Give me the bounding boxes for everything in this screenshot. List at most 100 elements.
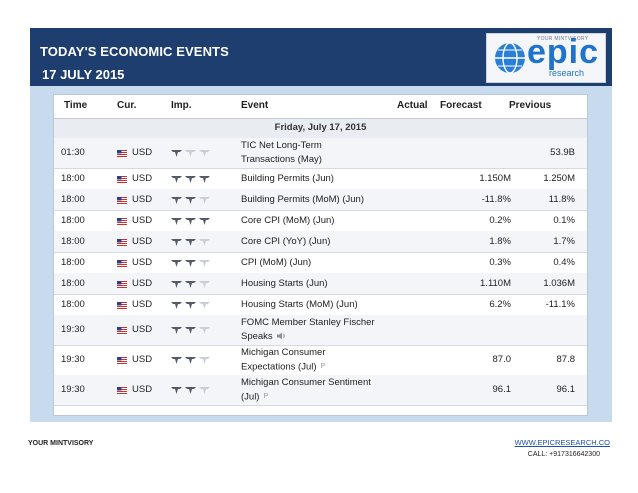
bull-icon — [171, 150, 182, 157]
speaker-icon — [276, 332, 285, 340]
us-flag-icon — [117, 327, 127, 334]
bull-icon — [185, 239, 196, 246]
us-flag-icon — [117, 218, 127, 225]
us-flag-icon — [117, 260, 127, 267]
col-importance: Imp. — [171, 100, 192, 111]
events-panel: Time Cur. Imp. Event Actual Forecast Pre… — [30, 86, 612, 422]
table-row: 18:00 USD Housing Starts (Jun) 1.110M 1.036M — [54, 273, 587, 295]
event-name[interactable]: TIC Net Long-Term Transactions (May) — [241, 139, 391, 167]
table-header: Time Cur. Imp. Event Actual Forecast Pre… — [54, 95, 587, 118]
day-label: Friday, July 17, 2015 — [274, 122, 367, 133]
event-currency: USD — [132, 384, 153, 395]
day-separator: Friday, July 17, 2015 — [54, 118, 587, 139]
bull-icon — [185, 150, 196, 157]
us-flag-icon — [117, 302, 127, 309]
event-name[interactable]: Housing Starts (MoM) (Jun) — [241, 298, 391, 312]
event-currency: USD — [132, 257, 153, 268]
logo-wordmark: epic — [527, 33, 600, 71]
event-name-line: Speaks — [241, 330, 391, 344]
event-name[interactable]: Housing Starts (Jun) — [241, 277, 391, 291]
event-time: 18:00 — [61, 236, 85, 247]
bull-icon — [185, 218, 196, 225]
event-previous: 1.036M — [543, 278, 575, 289]
event-currency: USD — [132, 194, 153, 205]
table-row: 19:30 USD FOMC Member Stanley Fischer Speak… — [54, 315, 587, 346]
event-name-line: TIC Net Long-Term — [241, 140, 322, 151]
event-previous: 11.8% — [548, 194, 575, 205]
us-flag-icon — [117, 387, 127, 394]
event-forecast: 6.2% — [489, 299, 511, 310]
event-time: 18:00 — [61, 194, 85, 205]
us-flag-icon — [117, 197, 127, 204]
event-time: 01:30 — [61, 147, 85, 158]
bull-icon — [171, 327, 182, 334]
economic-calendar-table: Time Cur. Imp. Event Actual Forecast Pre… — [53, 94, 588, 416]
event-previous: 87.8 — [556, 354, 576, 365]
table-row: 19:30 USD Michigan Consumer Expectations (J… — [54, 345, 587, 376]
bull-icon — [199, 176, 210, 183]
bull-icon — [171, 281, 182, 288]
event-time: 19:30 — [61, 324, 85, 335]
event-name-line: CPI (MoM) (Jun) — [241, 257, 312, 268]
importance-icon — [171, 281, 210, 288]
bull-icon — [199, 197, 210, 204]
event-previous: 96.1 — [556, 384, 576, 395]
event-time: 18:00 — [61, 278, 85, 289]
bull-icon — [171, 239, 182, 246]
event-previous: -11.1% — [545, 299, 575, 310]
importance-icon — [171, 176, 210, 183]
globe-logo-icon — [495, 42, 525, 74]
event-name-line: Housing Starts (Jun) — [241, 278, 328, 289]
event-name[interactable]: Building Permits (MoM) (Jun) — [241, 193, 391, 207]
event-currency: USD — [132, 324, 153, 335]
preliminary-icon: P — [320, 363, 326, 370]
logo-subtext: research — [549, 68, 585, 78]
importance-icon — [171, 387, 210, 394]
event-name[interactable]: Core CPI (YoY) (Jun) — [241, 235, 391, 249]
bull-icon — [199, 302, 210, 309]
website-link[interactable]: WWW.EPICRESEARCH.CO — [515, 438, 610, 447]
event-name[interactable]: Core CPI (MoM) (Jun) — [241, 214, 391, 228]
event-forecast: 1.150M — [479, 173, 511, 184]
bull-icon — [185, 260, 196, 267]
table-row: 18:00 USD Housing Starts (MoM) (Jun) 6.2% -1… — [54, 294, 587, 316]
col-actual: Actual — [397, 100, 428, 111]
footer-tagline: YOUR MINTVISORY — [28, 440, 94, 447]
page-date: 17 JULY 2015 — [42, 67, 125, 82]
us-flag-icon — [117, 239, 127, 246]
bull-icon — [185, 387, 196, 394]
col-previous: Previous — [509, 100, 552, 111]
bull-icon — [171, 387, 182, 394]
event-name-line: Building Permits (Jun) — [241, 173, 334, 184]
event-currency: USD — [132, 236, 153, 247]
bull-icon — [199, 327, 210, 334]
event-name[interactable]: Building Permits (Jun) — [241, 172, 391, 186]
table-row: 18:00 USD CPI (MoM) (Jun) 0.3% 0.4% — [54, 252, 587, 274]
event-previous: 53.9B — [550, 147, 575, 158]
event-name-line: FOMC Member Stanley Fischer — [241, 317, 375, 328]
event-previous: 1.7% — [553, 236, 575, 247]
col-time: Time — [64, 100, 88, 111]
event-name[interactable]: CPI (MoM) (Jun) — [241, 256, 391, 270]
event-forecast: 87.0 — [492, 354, 512, 365]
event-name[interactable]: FOMC Member Stanley Fischer Speaks — [241, 316, 391, 344]
event-forecast: 0.2% — [489, 215, 511, 226]
event-currency: USD — [132, 173, 153, 184]
event-name-line: Michigan Consumer — [241, 347, 326, 358]
bull-icon — [199, 150, 210, 157]
importance-icon — [171, 327, 210, 334]
event-previous: 1.250M — [543, 173, 575, 184]
event-name-line: Michigan Consumer Sentiment — [241, 377, 371, 388]
event-time: 18:00 — [61, 299, 85, 310]
event-name[interactable]: Michigan Consumer Expectations (Jul) P — [241, 346, 391, 375]
col-currency: Cur. — [117, 100, 137, 111]
event-name-line: Transactions (May) — [241, 154, 322, 165]
table-row: 18:00 USD Core CPI (MoM) (Jun) 0.2% 0.1% — [54, 210, 587, 232]
bull-icon — [199, 218, 210, 225]
contact-phone: CALL: +917316642300 — [527, 451, 600, 458]
event-name[interactable]: Michigan Consumer Sentiment (Jul) P — [241, 376, 391, 405]
event-forecast: 0.3% — [489, 257, 511, 268]
page-title: TODAY'S ECONOMIC EVENTS — [40, 44, 229, 59]
table-row: 18:00 USD Building Permits (Jun) 1.150M 1.25… — [54, 168, 587, 190]
event-currency: USD — [132, 147, 153, 158]
